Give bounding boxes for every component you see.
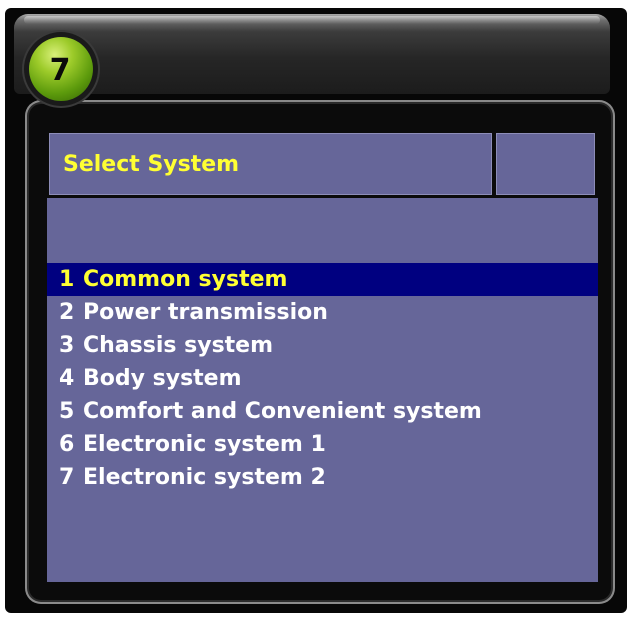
step-number: 7 (49, 52, 71, 88)
list-item-chassis-system[interactable]: 3 Chassis system (47, 329, 598, 362)
item-number: 2 (59, 300, 75, 325)
item-number: 5 (59, 399, 75, 424)
list-item-body-system[interactable]: 4 Body system (47, 362, 598, 395)
item-label: Comfort and Convenient system (83, 399, 482, 424)
item-label: Chassis system (83, 333, 274, 358)
panel-header: Select System (47, 130, 598, 198)
top-bar (14, 14, 610, 94)
item-number: 3 (59, 333, 75, 358)
step-badge: 7 (24, 32, 98, 106)
item-label: Common system (83, 267, 288, 292)
item-label: Electronic system 1 (83, 432, 326, 457)
list-item-electronic-system-1[interactable]: 6 Electronic system 1 (47, 428, 598, 461)
list-item-electronic-system-2[interactable]: 7 Electronic system 2 (47, 461, 598, 494)
item-label: Electronic system 2 (83, 465, 326, 490)
select-system-panel: Select System 1 Common system 2 Power tr… (47, 130, 598, 582)
header-side-cell (496, 133, 595, 195)
list-item-comfort-convenient-system[interactable]: 5 Comfort and Convenient system (47, 395, 598, 428)
item-number: 1 (59, 267, 75, 292)
item-number: 6 (59, 432, 75, 457)
step-badge-circle: 7 (29, 37, 93, 101)
page-title: Select System (63, 151, 240, 177)
system-list: 1 Common system 2 Power transmission 3 C… (47, 263, 598, 494)
list-item-common-system[interactable]: 1 Common system (47, 263, 598, 296)
header-title-cell: Select System (49, 133, 492, 195)
item-number: 7 (59, 465, 75, 490)
item-label: Power transmission (83, 300, 328, 325)
list-item-power-transmission[interactable]: 2 Power transmission (47, 296, 598, 329)
item-number: 4 (59, 366, 75, 391)
item-label: Body system (83, 366, 242, 391)
